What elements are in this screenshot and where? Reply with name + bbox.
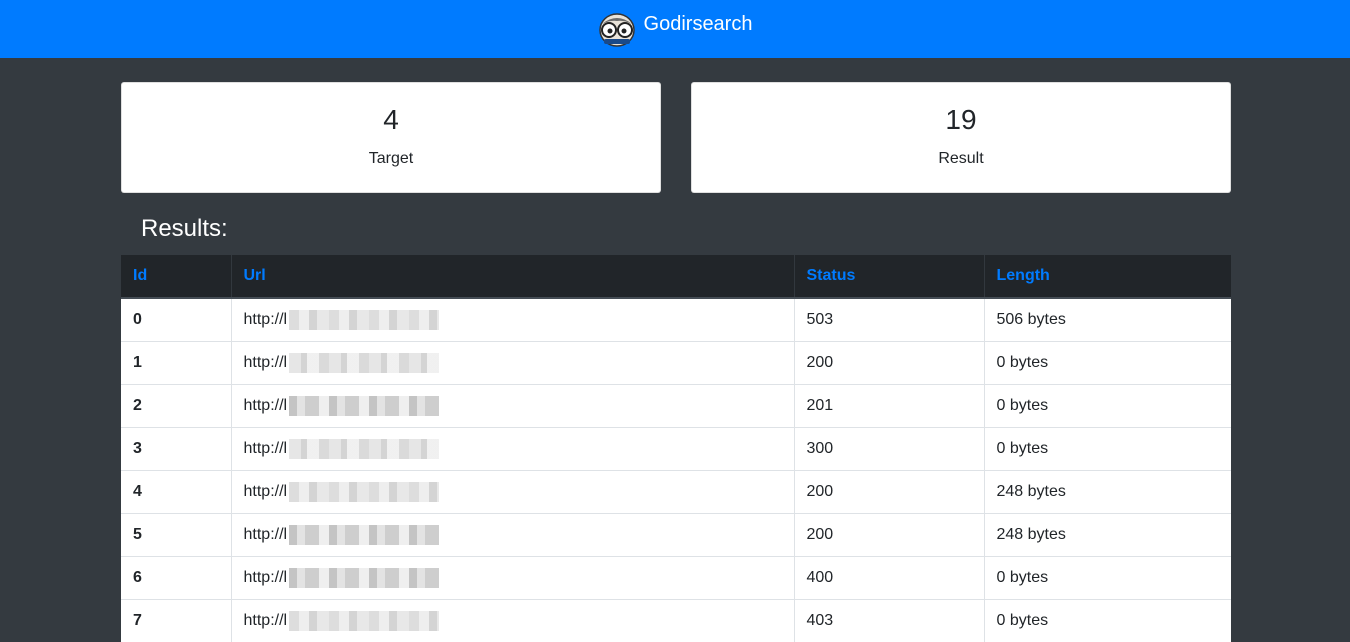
column-header-url[interactable]: Url (231, 255, 795, 299)
row-url: http://l (231, 513, 795, 557)
url-text: http://l (243, 483, 288, 500)
navbar: Godirsearch (0, 0, 1350, 58)
row-url: http://l (231, 384, 795, 428)
row-status: 403 (794, 599, 985, 642)
row-status: 503 (794, 297, 985, 342)
table-row: 3 http://l 300 0 bytes (121, 427, 1231, 471)
redacted-url-part (289, 525, 440, 545)
row-url: http://l (231, 556, 795, 600)
url-text: http://l (243, 397, 288, 414)
url-text: http://l (243, 354, 288, 371)
row-id: 5 (121, 513, 232, 557)
main-container: 4 Target 19 Result Results: Id Url Statu… (121, 82, 1231, 642)
table-row: 5 http://l 200 248 bytes (121, 513, 1231, 557)
target-count: 4 (383, 104, 399, 135)
stats-cards: 4 Target 19 Result (121, 82, 1231, 193)
row-id: 3 (121, 427, 232, 471)
gopher-logo-icon (598, 13, 635, 47)
table-header-row: Id Url Status Length (121, 255, 1231, 299)
target-card: 4 Target (121, 82, 661, 193)
result-card: 19 Result (691, 82, 1231, 193)
table-row: 2 http://l 201 0 bytes (121, 384, 1231, 428)
column-header-length[interactable]: Length (984, 255, 1231, 299)
result-count: 19 (945, 104, 977, 135)
row-length: 0 bytes (984, 599, 1231, 642)
redacted-url-part (289, 396, 440, 416)
row-length: 0 bytes (984, 341, 1231, 385)
brand-title: Godirsearch (643, 12, 753, 35)
redacted-url-part (289, 310, 440, 330)
target-label: Target (368, 150, 414, 167)
row-id: 2 (121, 384, 232, 428)
row-length: 0 bytes (984, 384, 1231, 428)
results-heading: Results: (141, 215, 228, 242)
url-text: http://l (243, 526, 288, 543)
table-row: 7 http://l 403 0 bytes (121, 599, 1231, 642)
row-length: 506 bytes (984, 297, 1231, 342)
row-status: 200 (794, 341, 985, 385)
row-status: 400 (794, 556, 985, 600)
redacted-url-part (289, 353, 440, 373)
row-url: http://l (231, 341, 795, 385)
table-row: 0 http://l 503 506 bytes (121, 297, 1231, 342)
row-status: 201 (794, 384, 985, 428)
table-row: 6 http://l 400 0 bytes (121, 556, 1231, 600)
redacted-url-part (289, 611, 440, 631)
column-header-status[interactable]: Status (794, 255, 985, 299)
redacted-url-part (289, 439, 440, 459)
brand-link[interactable]: Godirsearch (598, 10, 753, 48)
column-header-id[interactable]: Id (121, 255, 232, 299)
row-url: http://l (231, 599, 795, 642)
row-length: 248 bytes (984, 470, 1231, 514)
row-id: 4 (121, 470, 232, 514)
redacted-url-part (289, 482, 440, 502)
results-table: Id Url Status Length 0 http://l 503 506 … (121, 255, 1231, 642)
row-url: http://l (231, 297, 795, 342)
row-status: 200 (794, 470, 985, 514)
url-text: http://l (243, 612, 288, 629)
row-id: 1 (121, 341, 232, 385)
row-length: 248 bytes (984, 513, 1231, 557)
url-text: http://l (243, 569, 288, 586)
row-id: 6 (121, 556, 232, 600)
redacted-url-part (289, 568, 440, 588)
row-length: 0 bytes (984, 427, 1231, 471)
row-status: 200 (794, 513, 985, 557)
table-row: 4 http://l 200 248 bytes (121, 470, 1231, 514)
result-label: Result (938, 150, 984, 167)
row-url: http://l (231, 427, 795, 471)
table-row: 1 http://l 200 0 bytes (121, 341, 1231, 385)
row-status: 300 (794, 427, 985, 471)
row-length: 0 bytes (984, 556, 1231, 600)
row-id: 7 (121, 599, 232, 642)
row-id: 0 (121, 297, 232, 342)
row-url: http://l (231, 470, 795, 514)
url-text: http://l (243, 440, 288, 457)
url-text: http://l (243, 311, 288, 328)
